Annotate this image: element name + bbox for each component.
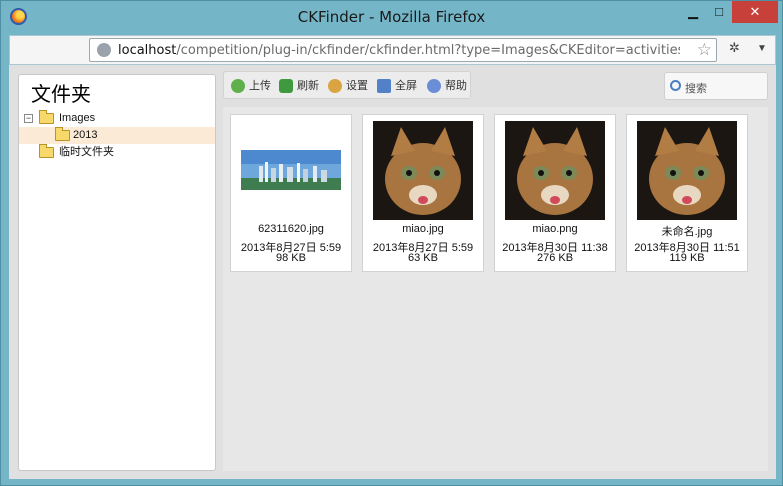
settings-label: 设置	[346, 80, 368, 92]
close-button[interactable]: ✕	[732, 1, 778, 23]
maximize-label: 全屏	[395, 80, 417, 92]
file-card[interactable]: miao.png 2013年8月30日 11:38 276 KB	[494, 114, 616, 272]
image-thumbnail	[505, 121, 605, 220]
file-card[interactable]: miao.jpg 2013年8月27日 5:59 63 KB	[362, 114, 484, 272]
url-host: localhost	[118, 43, 177, 58]
title-bar[interactable]: CKFinder - Mozilla Firefox ▁ □ ✕	[1, 1, 782, 33]
file-name: miao.jpg	[402, 223, 444, 235]
url-bar[interactable]: localhost/competition/plug-in/ckfinder/c…	[89, 38, 717, 62]
file-size: 119 KB	[669, 252, 705, 264]
folder-icon	[55, 127, 70, 141]
image-thumbnail	[637, 121, 737, 220]
wrench-icon	[328, 79, 342, 93]
tree-item-label: 2013	[73, 129, 98, 141]
image-thumbnail	[373, 121, 473, 220]
search-box[interactable]: 搜索	[664, 72, 768, 100]
minimize-button[interactable]: ▁	[680, 1, 706, 23]
toolbar: 上传 刷新 设置 全屏 帮助	[223, 71, 471, 99]
tree-item-images[interactable]: − Images	[19, 110, 215, 127]
help-icon	[427, 79, 441, 93]
search-label: 搜索	[685, 83, 707, 95]
tree-item-temp-folder[interactable]: 临时文件夹	[19, 144, 215, 161]
folder-icon	[39, 110, 54, 124]
maximize-button[interactable]: □	[706, 1, 732, 23]
file-card[interactable]: 62311620.jpg 2013年8月27日 5:59 98 KB	[230, 114, 352, 272]
bookmark-star-icon[interactable]: ☆	[697, 40, 712, 60]
file-size: 276 KB	[536, 252, 574, 264]
ckfinder-app: 文件夹 − Images 2013 临时文件夹 上传 刷新 设置 全屏 帮助 搜…	[9, 65, 776, 479]
url-path: /competition/plug-in/ckfinder/ckfinder.h…	[176, 43, 680, 58]
file-size: 98 KB	[276, 252, 306, 264]
tree-item-2013[interactable]: 2013	[19, 127, 215, 144]
file-grid: 62311620.jpg 2013年8月27日 5:59 98 KB miao.…	[223, 107, 768, 471]
globe-icon	[97, 43, 111, 57]
tree-item-label: 临时文件夹	[59, 146, 114, 158]
file-name: 未命名.jpg	[661, 226, 713, 238]
upload-icon	[231, 79, 245, 93]
file-size: 63 KB	[408, 252, 438, 264]
image-thumbnail	[241, 150, 341, 190]
url-text[interactable]: localhost/competition/plug-in/ckfinder/c…	[118, 43, 680, 58]
search-icon	[670, 80, 681, 91]
tree-item-label: Images	[59, 112, 96, 124]
folder-icon	[39, 144, 54, 158]
window-title: CKFinder - Mozilla Firefox	[297, 8, 486, 26]
folders-title: 文件夹	[31, 82, 91, 106]
fullscreen-icon	[377, 79, 391, 93]
upload-label: 上传	[249, 80, 271, 92]
menu-dropdown-icon[interactable]: ▼	[757, 43, 767, 54]
firebug-icon[interactable]: ✲	[729, 40, 740, 56]
refresh-icon	[279, 79, 293, 93]
collapse-toggle-icon[interactable]: −	[24, 114, 33, 123]
help-label: 帮助	[445, 80, 467, 92]
file-card[interactable]: 未命名.jpg 2013年8月30日 11:51 119 KB	[626, 114, 748, 272]
browser-window: CKFinder - Mozilla Firefox ▁ □ ✕ localho…	[0, 0, 783, 486]
file-name: miao.png	[532, 223, 578, 235]
refresh-label: 刷新	[297, 80, 319, 92]
folders-panel: 文件夹 − Images 2013 临时文件夹	[18, 74, 216, 471]
file-name: 62311620.jpg	[258, 223, 324, 235]
